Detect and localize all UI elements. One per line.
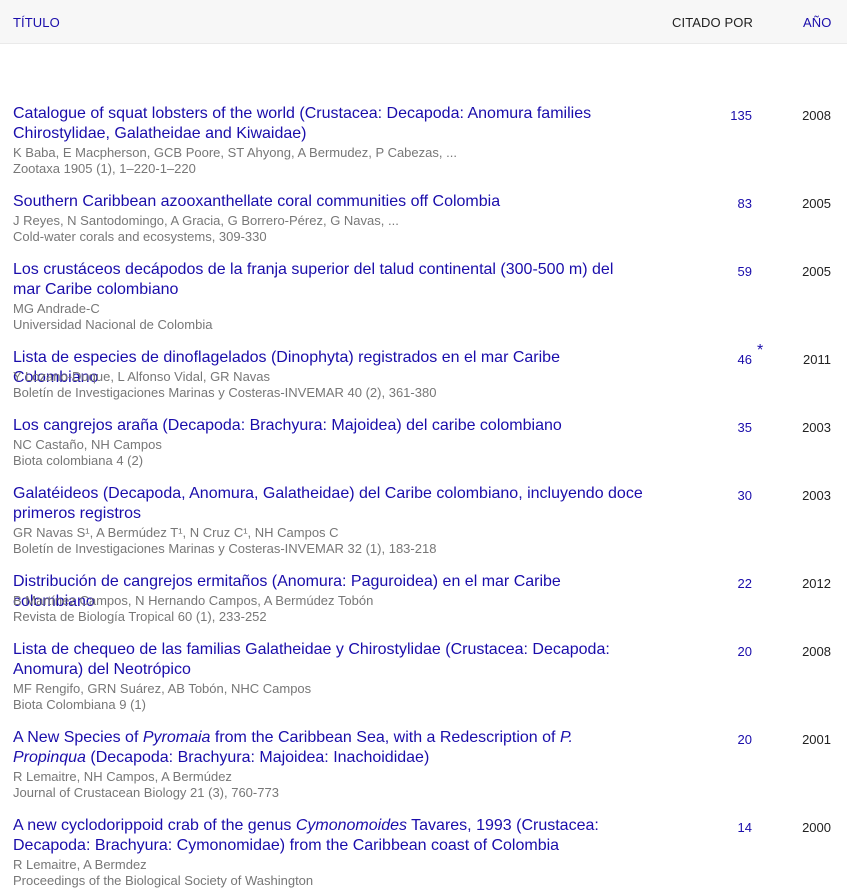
publications-table: TÍTULO CITADO POR AÑO Catalogue of squat… <box>0 0 847 888</box>
cited-by-count-link[interactable]: 22 <box>692 576 752 591</box>
cited-by-count-link[interactable]: 35 <box>692 420 752 435</box>
publication-venue: Biota Colombiana 9 (1) <box>13 697 146 712</box>
table-header: TÍTULO CITADO POR AÑO <box>0 0 847 44</box>
publication-venue: Boletín de Investigaciones Marinas y Cos… <box>13 385 437 400</box>
publication-year: 2001 <box>802 732 831 747</box>
sort-by-title-header[interactable]: TÍTULO <box>13 15 60 30</box>
publication-venue: Journal of Crustacean Biology 21 (3), 76… <box>13 785 279 800</box>
publication-year: 2000 <box>802 820 831 835</box>
publication-year: 2011 <box>803 352 831 367</box>
title-italic-part: Pyromaia <box>142 729 211 746</box>
publication-authors: Y Lozano-Duque, L Alfonso Vidal, GR Nava… <box>13 369 271 384</box>
publication-venue: Proceedings of the Biological Society of… <box>13 873 314 888</box>
publication-venue: Cold-water corals and ecosystems, 309-33… <box>13 229 267 244</box>
publication-title-link[interactable]: A New Species of Pyromaia from the Carib… <box>13 728 643 768</box>
publication-title-link[interactable]: Los crustáceos decápodos de la franja su… <box>13 260 643 300</box>
publication-venue: Universidad Nacional de Colombia <box>13 317 213 332</box>
publication-year: 2005 <box>802 196 831 211</box>
publication-title-link[interactable]: Southern Caribbean azooxanthellate coral… <box>13 192 643 212</box>
publication-year: 2003 <box>802 420 831 435</box>
publication-authors: NC Castaño, NH Campos <box>13 437 162 452</box>
cited-by-count-link[interactable]: 83 <box>692 196 752 211</box>
publication-authors: K Baba, E Macpherson, GCB Poore, ST Ahyo… <box>13 145 457 160</box>
publication-authors: R Lemaitre, A Bermdez <box>13 857 147 872</box>
publication-venue: Biota colombiana 4 (2) <box>13 453 144 468</box>
sort-by-year-header[interactable]: AÑO <box>803 15 831 30</box>
cited-by-count-link[interactable]: 59 <box>692 264 752 279</box>
publication-authors: MF Rengifo, GRN Suárez, AB Tobón, NHC Ca… <box>13 681 312 696</box>
publication-venue: Boletín de Investigaciones Marinas y Cos… <box>13 541 437 556</box>
merged-citations-asterisk[interactable]: * <box>757 342 763 360</box>
title-part: A New Species of <box>13 729 143 746</box>
publication-authors: J Reyes, N Santodomingo, A Gracia, G Bor… <box>13 213 399 228</box>
title-part: from the Caribbean Sea, with a Redescrip… <box>210 729 560 746</box>
title-part: (Decapoda: Brachyura: Majoidea: Inachoid… <box>85 749 430 766</box>
cited-by-count-link[interactable]: 135 <box>692 108 752 123</box>
cited-by-count-link[interactable]: 46 <box>692 352 752 367</box>
publication-title-link[interactable]: Los cangrejos araña (Decapoda: Brachyura… <box>13 416 643 436</box>
publication-venue: Zootaxa 1905 (1), 1–220-1–220 <box>13 161 196 176</box>
publication-authors: GR Navas S¹, A Bermúdez T¹, N Cruz C¹, N… <box>13 525 339 540</box>
publication-year: 2012 <box>802 576 831 591</box>
publication-title-link[interactable]: Catalogue of squat lobsters of the world… <box>13 104 643 144</box>
title-italic-part: Cymonomoides <box>295 817 407 834</box>
publication-authors: B Martínez Campos, N Hernando Campos, A … <box>13 593 374 608</box>
publication-venue: Revista de Biología Tropical 60 (1), 233… <box>13 609 267 624</box>
publication-authors: MG Andrade-C <box>13 301 100 316</box>
title-part: Southern Caribbean azooxanthellate coral… <box>13 193 501 210</box>
publication-year: 2005 <box>802 264 831 279</box>
publication-year: 2008 <box>802 108 831 123</box>
sort-by-cited-header[interactable]: CITADO POR <box>672 15 753 30</box>
title-part: Galatéideos (Decapoda, Anomura, Galathei… <box>13 485 643 522</box>
title-part: Los cangrejos araña (Decapoda: Brachyura… <box>13 417 562 434</box>
cited-by-count-link[interactable]: 20 <box>692 644 752 659</box>
publication-year: 2008 <box>802 644 831 659</box>
title-part: Los crustáceos decápodos de la franja su… <box>13 261 614 298</box>
publication-title-link[interactable]: A new cyclodorippoid crab of the genus C… <box>13 816 643 856</box>
publication-title-link[interactable]: Galatéideos (Decapoda, Anomura, Galathei… <box>13 484 643 524</box>
cited-by-count-link[interactable]: 14 <box>692 820 752 835</box>
cited-by-count-link[interactable]: 30 <box>692 488 752 503</box>
publication-year: 2003 <box>802 488 831 503</box>
title-part: A new cyclodorippoid crab of the genus <box>13 817 296 834</box>
title-part: Catalogue of squat lobsters of the world… <box>13 105 592 142</box>
publication-authors: R Lemaitre, NH Campos, A Bermúdez <box>13 769 232 784</box>
cited-by-count-link[interactable]: 20 <box>692 732 752 747</box>
title-part: Lista de chequeo de las familias Galathe… <box>13 641 610 678</box>
publication-title-link[interactable]: Lista de chequeo de las familias Galathe… <box>13 640 643 680</box>
